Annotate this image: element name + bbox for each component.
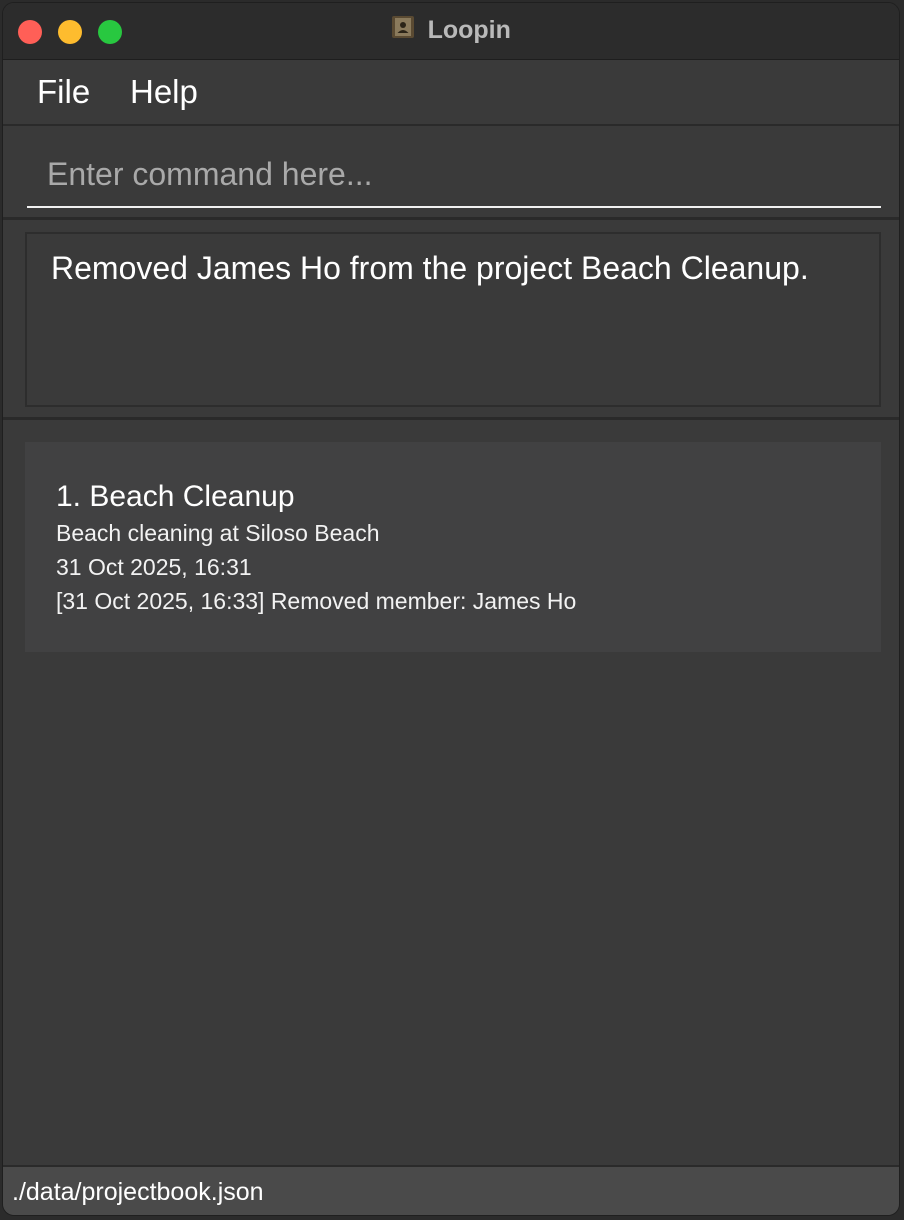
project-list[interactable]: 1. Beach Cleanup Beach cleaning at Silos… [3, 420, 899, 1168]
command-box [3, 126, 899, 220]
menu-bar: File Help [3, 60, 899, 126]
result-message: Removed James Ho from the project Beach … [51, 250, 809, 286]
project-log-entry: [31 Oct 2025, 16:33] Removed member: Jam… [56, 588, 577, 614]
command-input[interactable] [27, 142, 881, 208]
result-display[interactable]: Removed James Ho from the project Beach … [25, 232, 881, 407]
result-display-area: Removed James Ho from the project Beach … [3, 220, 899, 420]
title-bar[interactable]: Loopin [3, 3, 899, 60]
window-title: Loopin [3, 15, 899, 45]
menu-help[interactable]: Help [130, 72, 198, 112]
project-title: 1. Beach Cleanup [56, 480, 295, 513]
menu-file[interactable]: File [37, 72, 90, 112]
window-title-text: Loopin [427, 16, 511, 44]
project-created-date: 31 Oct 2025, 16:31 [56, 554, 252, 580]
app-window: Loopin File Help Removed James Ho from t… [2, 2, 900, 1216]
project-card[interactable]: 1. Beach Cleanup Beach cleaning at Silos… [25, 442, 881, 652]
status-file-path: ./data/projectbook.json [12, 1178, 264, 1206]
contact-book-icon [391, 15, 415, 39]
project-description: Beach cleaning at Siloso Beach [56, 520, 380, 546]
status-bar: ./data/projectbook.json [3, 1165, 899, 1215]
